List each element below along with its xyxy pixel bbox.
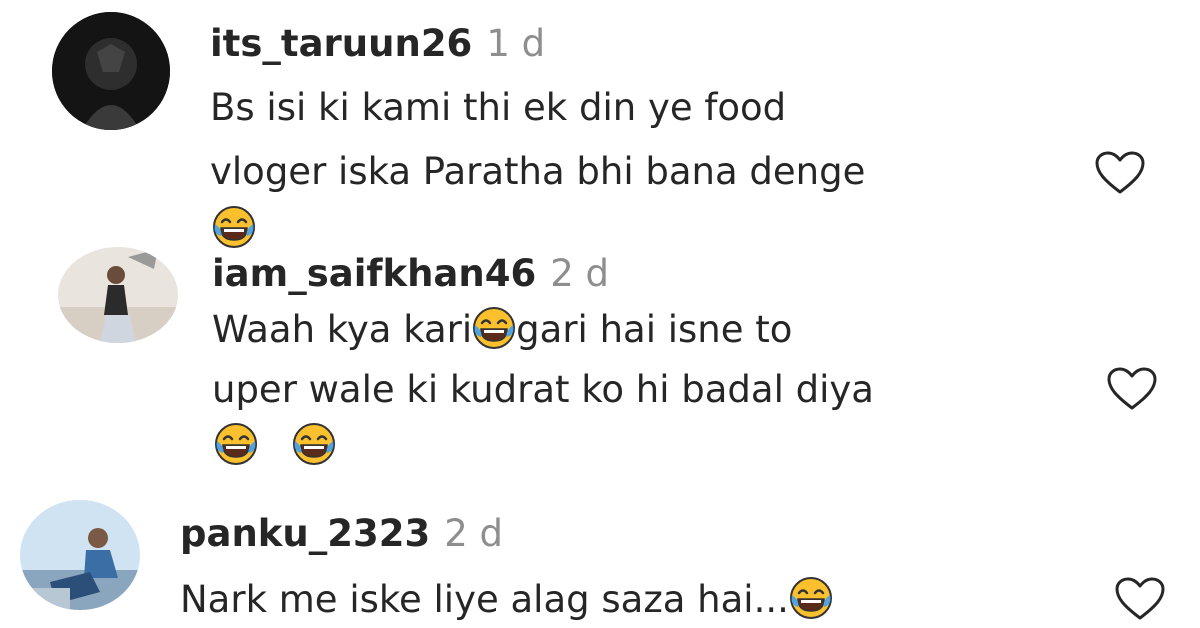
comment-username[interactable]: panku_2323 2 d	[180, 512, 503, 556]
username-text[interactable]: panku_2323	[180, 512, 430, 555]
comment-text-segment: Nark me iske liye alag saza hai...	[180, 578, 789, 621]
comment-3: panku_2323 2 d Nark me iske liye alag saz…	[0, 0, 1200, 628]
comment-timestamp: 2 d	[444, 512, 504, 555]
tears-of-joy-emoji-icon	[789, 576, 833, 620]
avatar[interactable]	[20, 500, 140, 610]
like-heart-icon[interactable]	[1114, 576, 1166, 622]
comment-text-line: Nark me iske liye alag saza hai...	[180, 568, 833, 628]
